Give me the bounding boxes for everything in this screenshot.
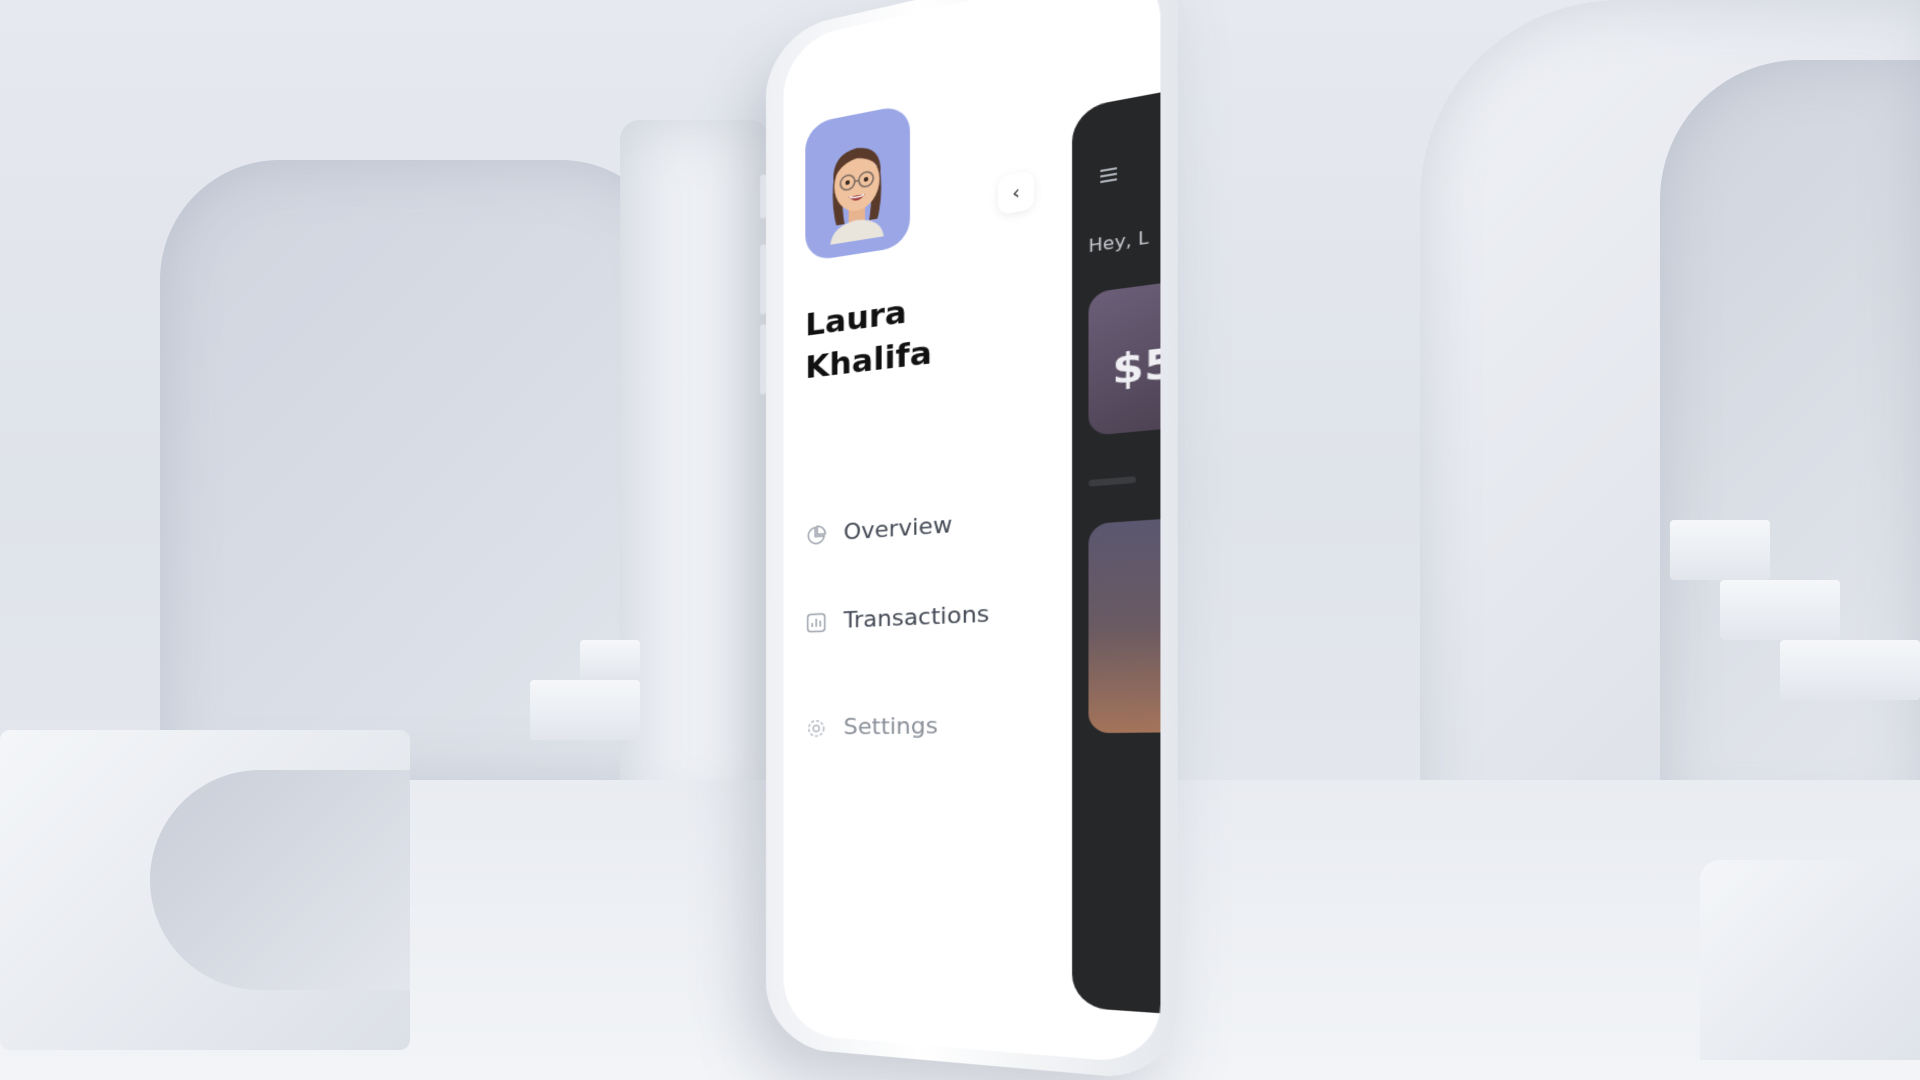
balance-amount: $5: [1112, 337, 1161, 394]
menu-item-settings[interactable]: Settings: [805, 713, 938, 740]
chevron-left-icon: ‹: [1011, 180, 1021, 205]
background-block: [1700, 860, 1920, 1060]
section-label: [1088, 476, 1137, 487]
background-step: [1720, 580, 1840, 640]
menu-item-overview[interactable]: Overview: [805, 512, 952, 548]
pie-chart-icon: [805, 523, 827, 547]
bar-chart-icon: [805, 611, 827, 634]
background-step: [530, 680, 640, 740]
phone-side-button: [760, 244, 766, 315]
phone-side-button: [760, 174, 766, 219]
hamburger-icon[interactable]: [1100, 167, 1117, 184]
bank-card[interactable]: [1088, 514, 1161, 734]
gear-icon: [805, 717, 827, 740]
background-step: [580, 640, 640, 680]
avatar[interactable]: [805, 103, 910, 262]
dashboard-greeting: Hey, L: [1088, 226, 1149, 257]
background-step: [1780, 640, 1920, 700]
memoji-avatar-icon: [830, 143, 884, 245]
phone-screen: ‹ Laura Khalifa Overview Transactions Se…: [783, 0, 1161, 1065]
dashboard-preview[interactable]: Hey, L $5: [1072, 81, 1161, 1018]
menu-item-label: Settings: [843, 713, 938, 741]
back-button[interactable]: ‹: [998, 170, 1035, 215]
background-step: [1670, 520, 1770, 580]
menu-item-label: Transactions: [843, 601, 990, 634]
phone-side-button: [760, 324, 766, 395]
menu-item-transactions[interactable]: Transactions: [805, 601, 989, 635]
background-scene: ‹ Laura Khalifa Overview Transactions Se…: [0, 0, 1920, 1080]
phone-mockup: ‹ Laura Khalifa Overview Transactions Se…: [760, 0, 1178, 1080]
background-cube-hole: [150, 770, 410, 990]
menu-item-label: Overview: [843, 512, 953, 546]
background-pillar: [620, 120, 770, 820]
background-arch-right-inner: [1660, 60, 1920, 820]
user-name: Laura Khalifa: [805, 274, 1017, 389]
